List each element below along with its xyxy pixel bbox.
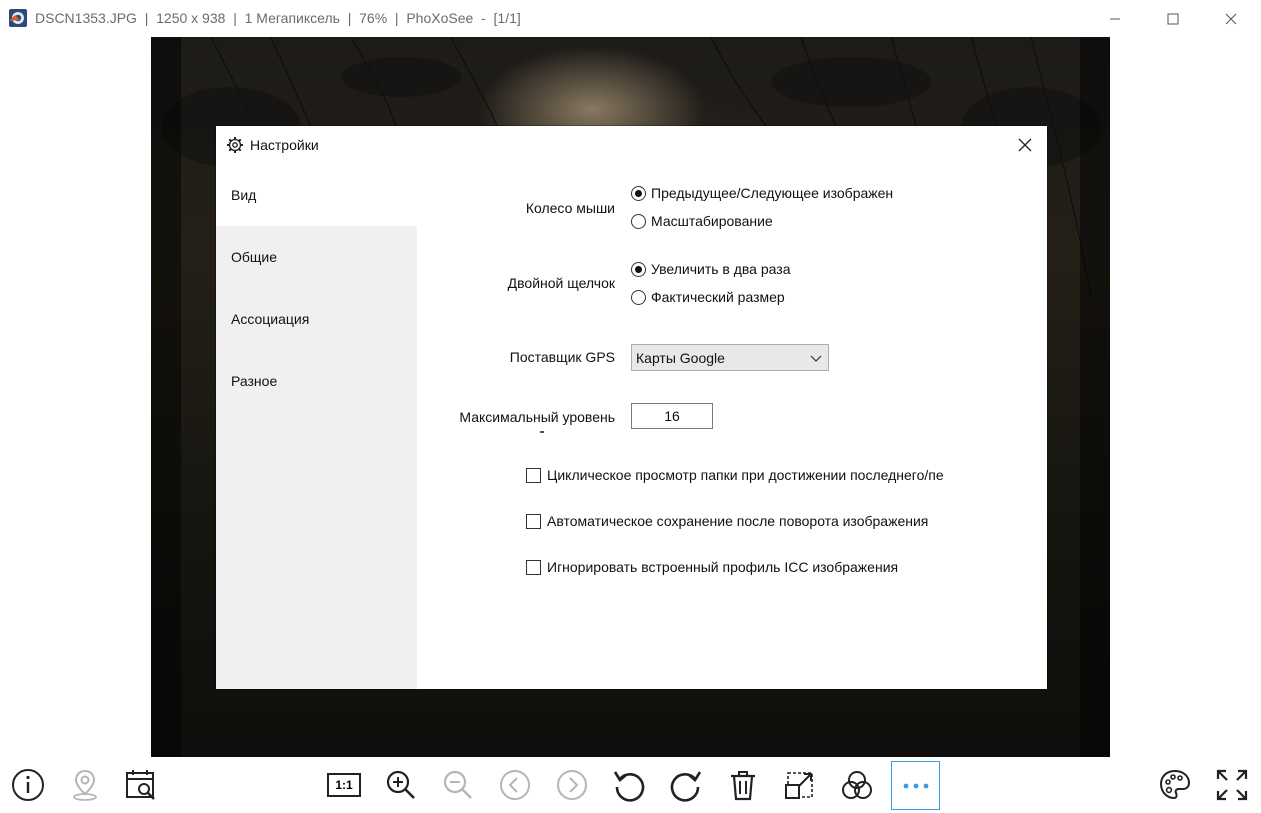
checkbox-loop-folder[interactable]: Циклическое просмотр папки при достижени… <box>526 467 981 483</box>
max-level-label-overflow <box>537 429 547 433</box>
color-adjust-button[interactable] <box>834 762 880 808</box>
mouse-wheel-label: Колесо мыши <box>525 200 615 216</box>
checkbox[interactable] <box>526 559 541 575</box>
mouse-wheel-option-prev-next[interactable]: Предыдущее/Следующее изображен <box>631 185 893 201</box>
photo-vignette-right <box>1080 37 1110 757</box>
checkbox-autosave-rotate[interactable]: Автоматическое сохранение после поворота… <box>526 513 928 529</box>
nav-item-general[interactable]: Общие <box>216 226 417 288</box>
max-level-input[interactable]: 16 <box>631 403 713 429</box>
radio-button[interactable] <box>631 289 646 305</box>
crop-resize-button[interactable] <box>777 762 823 808</box>
rotate-left-button[interactable] <box>606 762 652 808</box>
nav-item-misc[interactable]: Разное <box>216 350 417 412</box>
dialog-title-bar: Настройки <box>216 126 1047 164</box>
double-click-label: Двойной щелчок <box>507 275 615 291</box>
checkbox-label: Автоматическое сохранение после поворота… <box>547 513 929 529</box>
minimize-button[interactable] <box>1092 0 1138 37</box>
maximize-button[interactable] <box>1150 0 1196 37</box>
map-location-button[interactable] <box>62 762 108 808</box>
theme-button[interactable] <box>1152 762 1198 808</box>
dialog-close-button[interactable] <box>1012 132 1038 158</box>
zoom-in-icon <box>386 770 415 799</box>
previous-icon <box>500 770 530 800</box>
double-click-option-actual-size[interactable]: Фактический размер <box>631 289 785 305</box>
title-bar: DSCN1353.JPG | 1250 x 938 | 1 Мегапиксел… <box>0 0 1261 37</box>
checkbox-ignore-icc[interactable]: Игнорировать встроенный профиль ICC изоб… <box>526 559 898 575</box>
actual-size-label: 1:1 <box>335 778 353 792</box>
next-image-button[interactable] <box>549 762 595 808</box>
checkbox[interactable] <box>526 467 541 483</box>
gear-icon <box>227 137 243 153</box>
trash-icon <box>731 771 755 801</box>
checkbox[interactable] <box>526 513 541 529</box>
close-icon <box>1018 138 1032 152</box>
more-button[interactable] <box>891 761 940 810</box>
chevron-down-icon <box>810 355 822 362</box>
radio-button[interactable] <box>631 213 646 229</box>
checkbox-label: Игнорировать встроенный профиль ICC изоб… <box>547 559 899 575</box>
radio-label: Фактический размер <box>651 289 785 305</box>
info-icon <box>12 769 44 801</box>
radio-label: Увеличить в два раза <box>651 261 791 277</box>
radio-label: Предыдущее/Следующее изображен <box>651 185 894 201</box>
fullscreen-icon <box>1216 769 1248 801</box>
nav-item-label: Ассоциация <box>231 311 310 327</box>
photo-vignette-left <box>151 37 181 757</box>
delete-button[interactable] <box>720 762 766 808</box>
radio-button-checked[interactable] <box>631 185 646 201</box>
crop-resize-icon <box>785 772 813 799</box>
palette-icon <box>1159 769 1191 800</box>
gps-provider-value: Карты Google <box>636 349 725 366</box>
rotate-right-button[interactable] <box>663 762 709 808</box>
nav-item-label: Разное <box>231 373 278 389</box>
actual-size-icon: 1:1 <box>327 773 361 797</box>
window-title: DSCN1353.JPG | 1250 x 938 | 1 Мегапиксел… <box>35 10 521 26</box>
color-circles-icon <box>842 771 872 799</box>
radio-button-checked[interactable] <box>631 261 646 277</box>
maximize-icon <box>1167 13 1179 24</box>
fullscreen-button[interactable] <box>1209 762 1255 808</box>
zoom-out-button[interactable] <box>435 762 481 808</box>
zoom-in-button[interactable] <box>378 762 424 808</box>
minimize-icon <box>1110 18 1120 19</box>
nav-item-view[interactable]: Вид <box>216 164 417 226</box>
checkbox-label: Циклическое просмотр папки при достижени… <box>547 467 944 483</box>
zoom-out-icon <box>443 770 472 799</box>
gps-provider-label: Поставщик GPS <box>509 349 615 365</box>
more-icon <box>903 783 928 788</box>
settings-dialog: Настройки Вид Общие Ассоциация Разное Ко… <box>216 126 1047 689</box>
max-level-label: Максимальный уровень <box>459 409 615 425</box>
radio-label: Масштабирование <box>651 213 773 229</box>
rotate-right-icon <box>670 771 702 802</box>
next-icon <box>557 770 587 800</box>
bottom-toolbar: 1:1 <box>0 757 1261 813</box>
calendar-search-icon <box>126 770 155 800</box>
dialog-title: Настройки <box>250 137 319 153</box>
close-icon <box>1225 13 1237 24</box>
app-logo-icon <box>9 9 27 27</box>
date-search-button[interactable] <box>118 762 164 808</box>
nav-item-association[interactable]: Ассоциация <box>216 288 417 350</box>
gps-provider-select[interactable]: Карты Google <box>631 344 829 371</box>
nav-item-label: Вид <box>231 187 257 203</box>
double-click-option-zoom2x[interactable]: Увеличить в два раза <box>631 261 790 277</box>
actual-size-button[interactable]: 1:1 <box>321 762 367 808</box>
info-button[interactable] <box>5 762 51 808</box>
mouse-wheel-option-zoom[interactable]: Масштабирование <box>631 213 773 229</box>
rotate-left-icon <box>613 771 645 802</box>
settings-nav: Вид Общие Ассоциация Разное <box>216 164 417 689</box>
close-window-button[interactable] <box>1208 0 1254 37</box>
nav-item-label: Общие <box>231 249 278 265</box>
map-pin-icon <box>73 769 97 801</box>
previous-image-button[interactable] <box>492 762 538 808</box>
